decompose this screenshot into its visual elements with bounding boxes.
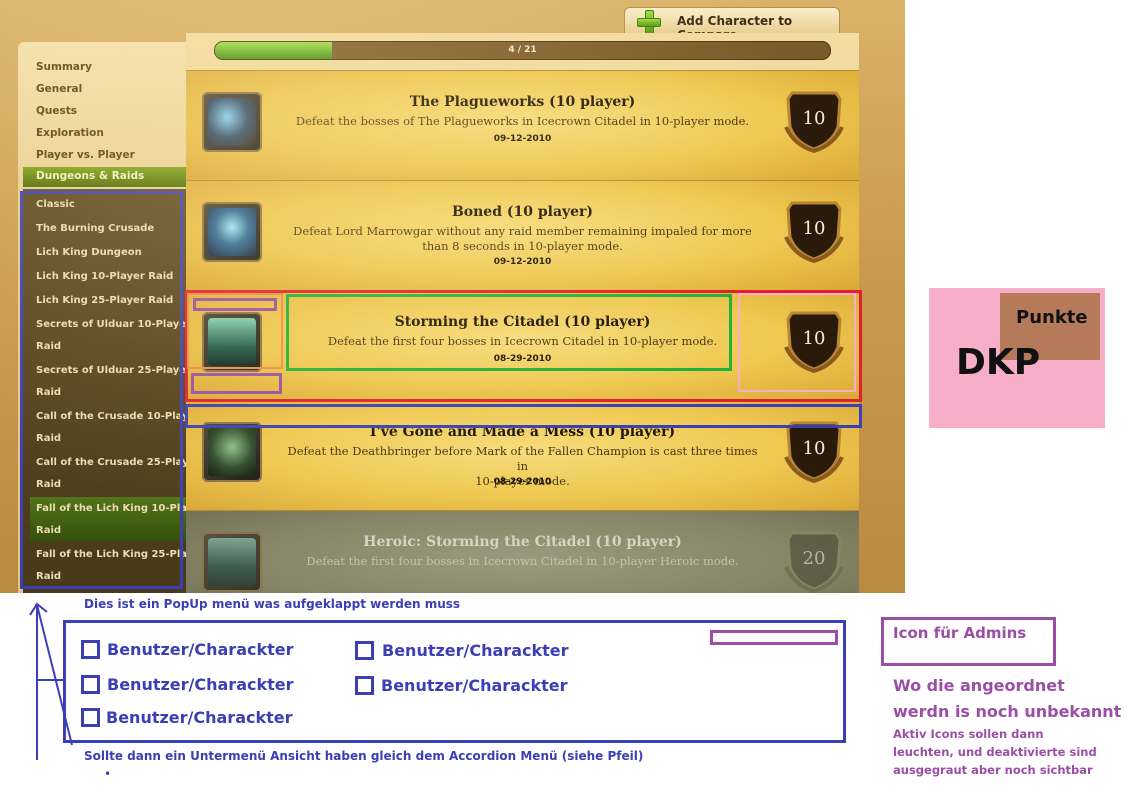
sidebar-item-pvp[interactable]: Player vs. Player <box>36 149 135 161</box>
progress-bar: 4 / 21 <box>214 41 831 60</box>
skull-icon <box>202 202 262 262</box>
citadel-icon <box>202 532 262 592</box>
points-shield-icon: 10 <box>784 201 844 263</box>
admin-icon-slot-top <box>193 298 277 311</box>
sidebar-item-label: Dungeons & Raids <box>36 170 145 182</box>
user-label: Benutzer/Charackter <box>107 640 294 659</box>
plagueworks-icon <box>202 92 262 152</box>
deathbringer-icon <box>202 422 262 482</box>
submenu-note: Sollte dann ein Untermenü Ansicht haben … <box>84 749 644 763</box>
popup-note: Dies ist ein PopUp menü was aufgeklappt … <box>84 597 461 611</box>
achievement-title: Boned (10 player) <box>451 204 594 220</box>
admin-note-line-2: werdn is noch unbekannt <box>893 702 1122 721</box>
achievement-desc: Defeat the bosses of The Plagueworks in … <box>295 114 750 128</box>
bullet: • <box>104 767 112 781</box>
user-checkbox[interactable] <box>355 641 374 660</box>
achievement-date: 08-29-2010 <box>493 477 552 487</box>
admin-small-2: leuchten, und deaktivierte sind <box>893 745 1097 759</box>
admin-icon-label: Icon für Admins <box>893 624 1027 642</box>
user-checkbox[interactable] <box>81 640 100 659</box>
sidebar-item-quests[interactable]: Quests <box>36 105 77 117</box>
svg-text:10: 10 <box>803 218 826 239</box>
svg-text:10: 10 <box>803 438 826 459</box>
svg-text:10: 10 <box>803 108 826 129</box>
sidebar-item-exploration[interactable]: Exploration <box>36 127 104 139</box>
sidebar-item-summary[interactable]: Summary <box>36 61 92 73</box>
achievement-title: The Plagueworks (10 player) <box>409 94 636 110</box>
plus-icon <box>637 10 661 34</box>
user-label: Benutzer/Charackter <box>382 641 569 660</box>
dkp-label: DKP <box>956 342 1041 383</box>
admin-small-1: Aktiv Icons sollen dann <box>893 727 1044 741</box>
submenu-highlight-box <box>20 191 183 589</box>
achievement-window: Add Character to Compare Summary General… <box>0 0 905 593</box>
user-label: Benutzer/Charackter <box>107 675 294 694</box>
admin-icon-slot-bottom <box>191 373 282 394</box>
user-popup-mockup: Benutzer/Charackter Benutzer/Charackter … <box>63 620 846 743</box>
achievement-date: 09-12-2010 <box>493 134 552 144</box>
user-checkbox[interactable] <box>355 676 374 695</box>
user-checkbox[interactable] <box>81 675 100 694</box>
progress-text: 4 / 21 <box>508 45 537 55</box>
popup-trigger-box <box>185 404 862 428</box>
content-area-box <box>286 294 732 371</box>
admin-note-line-1: Wo die angeordnet <box>893 676 1065 695</box>
admin-icon-box: Icon für Admins <box>881 617 1056 666</box>
dkp-box: Punkte DKP <box>929 288 1105 428</box>
points-label: Punkte <box>1016 307 1088 328</box>
sidebar-item-general[interactable]: General <box>36 83 82 95</box>
sidebar-item-dungeons-raids[interactable]: Dungeons & Raids <box>23 167 186 187</box>
svg-text:20: 20 <box>803 548 826 569</box>
points-shield-icon: 20 <box>784 531 844 593</box>
admin-small-3: ausgegraut aber noch sichtbar <box>893 763 1093 777</box>
user-label: Benutzer/Charackter <box>106 708 293 727</box>
achievement-row[interactable]: The Plagueworks (10 player) Defeat the b… <box>186 70 859 180</box>
achievement-row-locked[interactable]: Heroic: Storming the Citadel (10 player)… <box>186 510 859 593</box>
achievement-date: 09-12-2010 <box>493 257 552 267</box>
popup-admin-slot <box>710 630 838 645</box>
points-area-box <box>738 293 856 392</box>
achievement-desc: Defeat Lord Marrowgar without any raid m… <box>293 224 752 253</box>
user-label: Benutzer/Charackter <box>381 676 568 695</box>
achievement-title: Heroic: Storming the Citadel (10 player) <box>363 534 682 550</box>
points-shield-icon: 10 <box>784 91 844 153</box>
achievement-row[interactable]: Boned (10 player) Defeat Lord Marrowgar … <box>186 180 859 290</box>
achievement-desc: Defeat the first four bosses in Icecrown… <box>306 554 739 568</box>
user-checkbox[interactable] <box>81 708 100 727</box>
add-character-compare-button[interactable]: Add Character to Compare <box>624 7 840 42</box>
